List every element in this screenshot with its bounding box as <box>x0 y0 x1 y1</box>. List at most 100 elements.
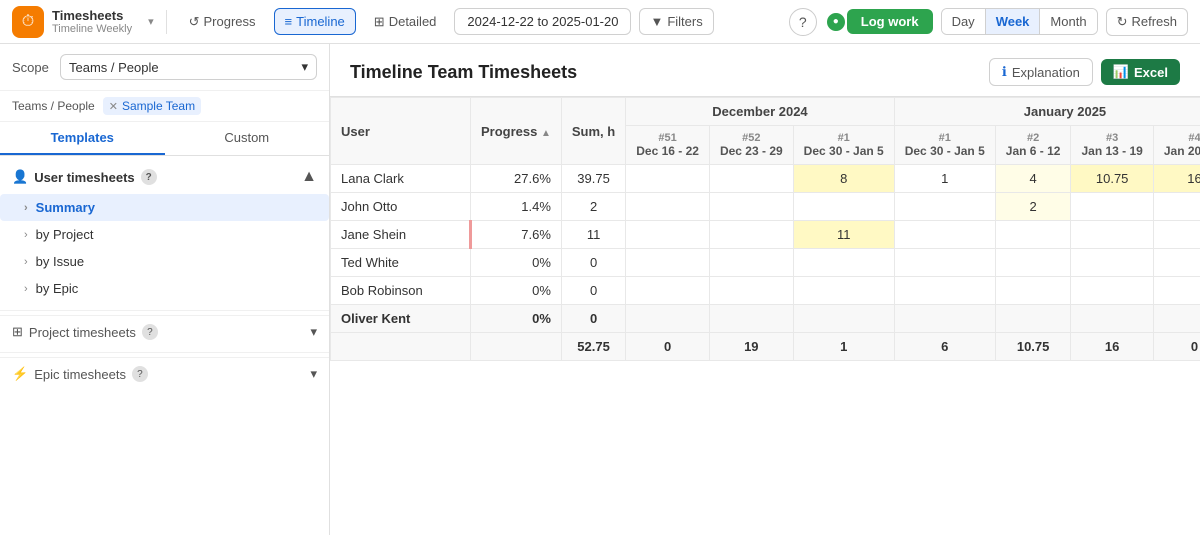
totals-row: 52.75 0 19 1 6 10.75 16 0 <box>331 333 1200 361</box>
help-icon[interactable]: ? <box>789 8 817 36</box>
value-cell <box>894 277 995 305</box>
value-cell <box>995 249 1071 277</box>
epic-timesheets-header[interactable]: ⚡ Epic timesheets ? ▾ <box>0 357 329 390</box>
sidebar-divider-2 <box>0 352 329 353</box>
project-timesheets-header[interactable]: ⊞ Project timesheets ? ▾ <box>0 315 329 348</box>
view-mode-group: Day Week Month <box>941 8 1098 35</box>
scope-select[interactable]: Teams / People ▾ <box>60 54 317 80</box>
month-jan-header: January 2025 <box>894 98 1200 126</box>
week-52-header: #52 Dec 23 - 29 <box>709 126 793 165</box>
chevron-down-icon: ▾ <box>148 15 154 28</box>
scope-label: Scope <box>12 60 52 75</box>
tab-custom[interactable]: Custom <box>165 122 330 155</box>
epic-timesheets-help-icon[interactable]: ? <box>132 366 148 382</box>
detailed-nav-btn[interactable]: ⊞ Detailed <box>364 9 447 35</box>
user-cell: Ted White <box>331 249 471 277</box>
value-cell: 10.75 <box>1071 165 1153 193</box>
chevron-right-icon: › <box>24 283 28 295</box>
filter-icon: ▼ <box>650 14 663 29</box>
value-cell <box>626 277 710 305</box>
grid-icon: ⊞ <box>374 14 385 30</box>
user-cell: Oliver Kent <box>331 305 471 333</box>
user-timesheets-header: 👤 User timesheets ? ▲ <box>0 160 329 194</box>
table-row: John Otto 1.4% 2 2 <box>331 193 1200 221</box>
week-jan1-header: #1 Dec 30 - Jan 5 <box>894 126 995 165</box>
value-cell <box>709 277 793 305</box>
value-cell: 16 <box>1153 165 1200 193</box>
value-cell: 2 <box>995 193 1071 221</box>
value-cell <box>1153 249 1200 277</box>
table-row: Jane Shein 7.6% 11 11 <box>331 221 1200 249</box>
progress-cell: 7.6% <box>471 221 562 249</box>
sidebar-item-by-project-label: by Project <box>36 227 94 242</box>
separator <box>166 10 167 34</box>
progress-nav-btn[interactable]: ↺ Progress <box>179 9 266 35</box>
main-layout: Scope Teams / People ▾ Teams / People ✕ … <box>0 44 1200 535</box>
value-cell <box>626 305 710 333</box>
value-cell <box>1153 221 1200 249</box>
progress-cell: 1.4% <box>471 193 562 221</box>
log-work-btn[interactable]: Log work <box>847 9 933 34</box>
value-cell <box>1153 277 1200 305</box>
info-icon: ℹ <box>1002 64 1007 80</box>
sum-cell: 0 <box>561 249 625 277</box>
project-timesheets-help-icon[interactable]: ? <box>142 324 158 340</box>
sidebar-item-by-project[interactable]: › by Project <box>0 221 329 248</box>
week-51-header: #51 Dec 16 - 22 <box>626 126 710 165</box>
user-timesheets-help-icon[interactable]: ? <box>141 169 157 185</box>
header-actions: ℹ Explanation 📊 Excel <box>989 58 1180 86</box>
tag-close-icon[interactable]: ✕ <box>109 100 118 113</box>
chevron-down-icon: ▾ <box>301 59 308 75</box>
table-container: User Progress ▲ Sum, h December 2024 Jan… <box>330 97 1200 361</box>
teams-people-label: Teams / People <box>12 99 95 113</box>
user-timesheets-label: User timesheets <box>34 170 134 185</box>
explanation-btn[interactable]: ℹ Explanation <box>989 58 1093 86</box>
week-view-btn[interactable]: Week <box>985 9 1040 34</box>
timeline-nav-btn[interactable]: ≡ Timeline <box>274 8 356 35</box>
month-view-btn[interactable]: Month <box>1039 9 1096 34</box>
sum-cell: 0 <box>561 305 625 333</box>
progress-cell: 0% <box>471 277 562 305</box>
sidebar: Scope Teams / People ▾ Teams / People ✕ … <box>0 44 330 535</box>
scope-select-value: Teams / People <box>69 60 159 75</box>
user-timesheets-collapse-btn[interactable]: ▲ <box>301 168 317 186</box>
date-range-btn[interactable]: 2024-12-22 to 2025-01-20 <box>454 8 631 35</box>
excel-btn[interactable]: 📊 Excel <box>1101 59 1180 85</box>
teams-people-row: Teams / People ✕ Sample Team <box>0 91 329 122</box>
value-cell <box>626 193 710 221</box>
value-cell <box>626 221 710 249</box>
tab-row: Templates Custom <box>0 122 329 156</box>
value-cell <box>894 249 995 277</box>
sidebar-item-by-epic[interactable]: › by Epic <box>0 275 329 302</box>
refresh-btn[interactable]: ↻ Refresh <box>1106 8 1188 36</box>
value-cell <box>793 249 894 277</box>
sidebar-item-by-issue[interactable]: › by Issue <box>0 248 329 275</box>
chevron-down-icon: ▾ <box>310 324 317 340</box>
user-cell: Bob Robinson <box>331 277 471 305</box>
table-row: Oliver Kent 0% 0 <box>331 305 1200 333</box>
timeline-table: User Progress ▲ Sum, h December 2024 Jan… <box>330 97 1200 361</box>
value-cell: 11 <box>793 221 894 249</box>
app-title: Timesheets <box>52 8 132 24</box>
filter-btn[interactable]: ▼ Filters <box>639 8 713 35</box>
sidebar-item-summary[interactable]: › Summary <box>0 194 329 221</box>
month-dec-header: December 2024 <box>626 98 894 126</box>
team-tag: ✕ Sample Team <box>103 97 201 115</box>
value-cell <box>1153 305 1200 333</box>
week-dec30-header: #1 Dec 30 - Jan 5 <box>793 126 894 165</box>
day-view-btn[interactable]: Day <box>942 9 985 34</box>
progress-cell: 27.6% <box>471 165 562 193</box>
totals-user-cell <box>331 333 471 361</box>
tab-templates[interactable]: Templates <box>0 122 165 155</box>
value-cell: 1 <box>894 165 995 193</box>
refresh-icon: ↻ <box>1117 14 1128 30</box>
col-header-progress: Progress ▲ <box>471 98 562 165</box>
sidebar-item-by-issue-label: by Issue <box>36 254 84 269</box>
value-cell <box>894 221 995 249</box>
sum-cell: 11 <box>561 221 625 249</box>
user-timesheets-section: 👤 User timesheets ? ▲ › Summary › by Pro… <box>0 156 329 306</box>
week-2-header: #2 Jan 6 - 12 <box>995 126 1071 165</box>
col-header-sum: Sum, h <box>561 98 625 165</box>
value-cell <box>995 305 1071 333</box>
team-tag-label: Sample Team <box>122 99 195 113</box>
